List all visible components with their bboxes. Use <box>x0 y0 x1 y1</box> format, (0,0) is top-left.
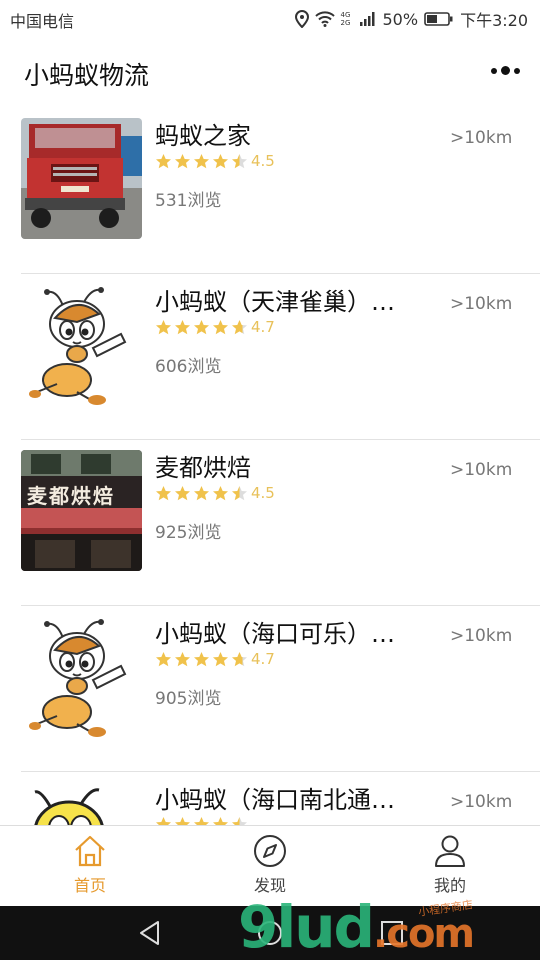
list-item[interactable]: 小蚂蚁（海口可乐）… 4.7 905浏览 >10km <box>0 606 540 772</box>
star-icon <box>194 319 209 334</box>
list-item[interactable]: 蚂蚁之家 4.5 531浏览 >10km <box>0 110 540 274</box>
star-icon <box>213 651 228 666</box>
distance-label: >10km <box>450 626 513 646</box>
bakery-storefront-image: 麦都烘焙 <box>21 450 142 571</box>
carrier-label: 中国电信 <box>10 12 75 31</box>
view-count: 905浏览 <box>155 689 222 709</box>
battery-percent: 50% <box>382 9 419 29</box>
shop-name: 麦都烘焙 <box>155 454 251 482</box>
distance-label: >10km <box>450 792 513 812</box>
bee-mascot-image <box>21 782 142 825</box>
star-icon <box>213 817 228 825</box>
rating-stars: 4.7 <box>155 650 275 668</box>
rating-stars: 4.5 <box>155 484 275 502</box>
page-title: 小蚂蚁物流 <box>24 61 150 90</box>
star-icon <box>232 485 247 500</box>
star-icon <box>213 153 228 168</box>
shop-list[interactable]: 蚂蚁之家 4.5 531浏览 >10km 小蚂蚁（天津雀巢）… 4.7 606浏… <box>0 110 540 825</box>
star-icon <box>156 485 171 500</box>
star-icon <box>156 651 171 666</box>
rating-stars <box>155 816 251 825</box>
star-icon <box>232 153 247 168</box>
ant-mascot-image <box>21 284 142 405</box>
truck-photo <box>21 118 142 239</box>
clock: 下午3:20 <box>460 11 528 30</box>
tab-label: 首页 <box>73 876 106 895</box>
home-icon <box>75 835 105 867</box>
view-count: 606浏览 <box>155 357 222 377</box>
list-item[interactable]: 小蚂蚁（天津雀巢）… 4.7 606浏览 >10km <box>0 274 540 440</box>
back-icon[interactable] <box>138 920 162 946</box>
rating-stars: 4.7 <box>155 318 275 336</box>
watermark-main: 9lud <box>238 893 375 961</box>
bakery-sign-text: 麦都烘焙 <box>27 484 115 508</box>
rating-value: 4.5 <box>251 484 275 502</box>
battery-icon <box>424 12 453 26</box>
star-icon <box>232 319 247 334</box>
star-icon <box>194 651 209 666</box>
star-icon <box>175 651 190 666</box>
distance-label: >10km <box>450 294 513 314</box>
star-icon <box>175 817 190 825</box>
star-icon <box>175 319 190 334</box>
distance-label: >10km <box>450 460 513 480</box>
compass-icon <box>254 835 286 867</box>
star-icon <box>156 153 171 168</box>
star-icon <box>213 485 228 500</box>
star-icon <box>156 817 171 825</box>
shop-name: 蚂蚁之家 <box>155 122 251 150</box>
user-icon <box>435 835 465 867</box>
shop-name: 小蚂蚁（天津雀巢）… <box>155 288 395 316</box>
app-header: 小蚂蚁物流 <box>0 38 540 110</box>
star-icon <box>194 485 209 500</box>
rating-stars: 4.5 <box>155 152 275 170</box>
wifi-icon <box>314 11 335 27</box>
view-count: 925浏览 <box>155 523 222 543</box>
star-icon <box>194 817 209 825</box>
more-dots-icon[interactable] <box>491 66 520 75</box>
network-type-label: 4G 2G <box>340 11 351 27</box>
tab-home[interactable]: 首页 <box>0 826 180 907</box>
status-bar: 中国电信 4G 2G 50% 下午3:20 <box>0 0 540 38</box>
distance-label: >10km <box>450 128 513 148</box>
star-icon <box>213 319 228 334</box>
signal-icon <box>359 12 374 26</box>
rating-value: 4.7 <box>251 650 275 668</box>
location-icon <box>294 10 309 28</box>
rating-value: 4.7 <box>251 318 275 336</box>
shop-name: 小蚂蚁（海口南北通… <box>155 786 395 814</box>
star-icon <box>156 319 171 334</box>
rating-value: 4.5 <box>251 152 275 170</box>
ant-mascot-image <box>21 616 142 737</box>
shop-name: 小蚂蚁（海口可乐）… <box>155 620 395 648</box>
list-item[interactable]: 麦都烘焙 麦都烘焙 4.5 925浏览 >10km <box>0 440 540 606</box>
star-icon <box>232 817 247 825</box>
star-icon <box>175 485 190 500</box>
view-count: 531浏览 <box>155 191 222 211</box>
star-icon <box>175 153 190 168</box>
status-icons: 4G 2G 50% 下午3:20 <box>294 7 528 31</box>
star-icon <box>232 651 247 666</box>
star-icon <box>194 153 209 168</box>
list-item[interactable]: 小蚂蚁（海口南北通… >10km <box>0 772 540 825</box>
